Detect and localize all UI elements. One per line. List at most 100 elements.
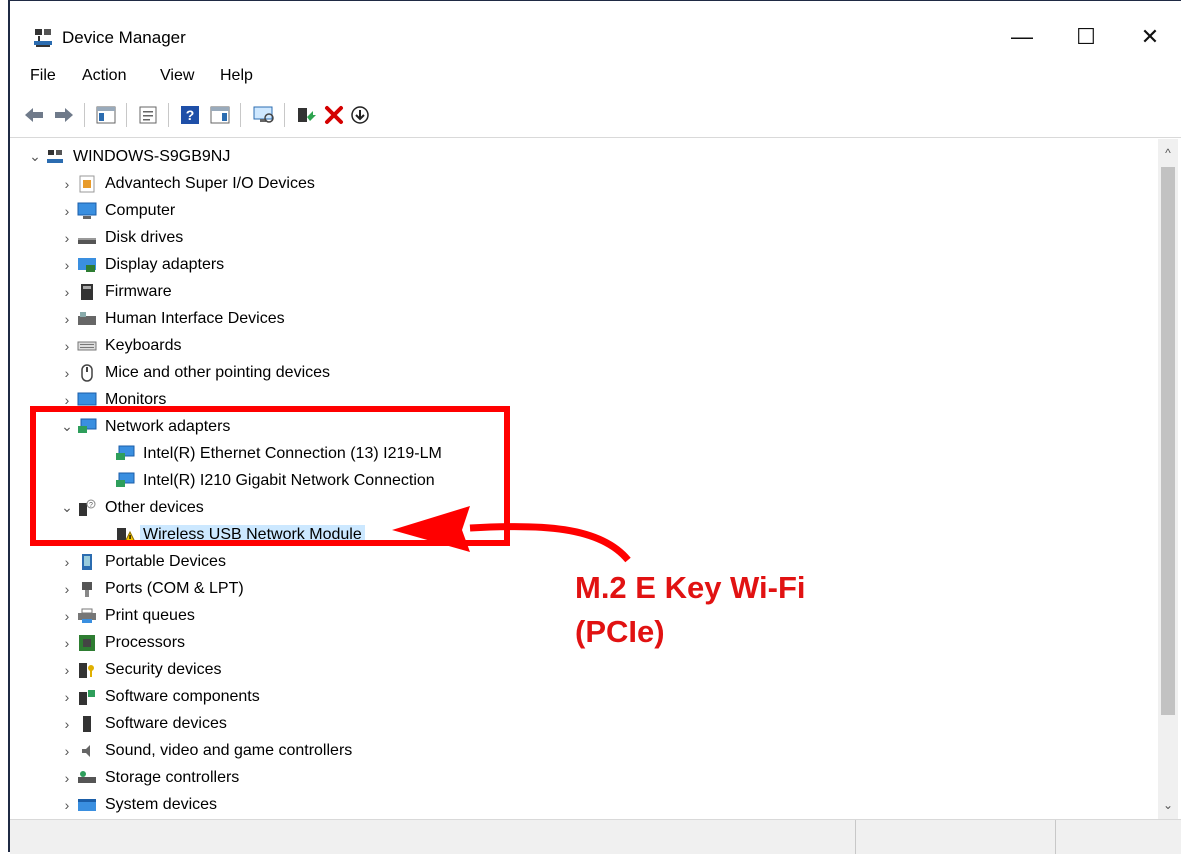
tree-item-ports[interactable]: › Ports (COM & LPT): [58, 575, 247, 602]
tree-item-label: Print queues: [105, 606, 195, 624]
close-icon: ✕: [1140, 24, 1160, 49]
chevron-right-icon[interactable]: ›: [58, 716, 76, 732]
action-pane-icon[interactable]: [208, 103, 232, 127]
tree-item-firmware[interactable]: › Firmware: [58, 278, 175, 305]
properties-icon[interactable]: [136, 103, 160, 127]
chevron-right-icon[interactable]: ›: [58, 311, 76, 327]
title-bar: Device Manager — ☐ ✕: [10, 1, 1181, 63]
tree-item-advantech[interactable]: › Advantech Super I/O Devices: [58, 170, 318, 197]
chevron-down-icon[interactable]: ⌄: [26, 148, 44, 165]
chevron-right-icon[interactable]: ›: [58, 338, 76, 354]
uninstall-device-icon[interactable]: [322, 103, 346, 127]
minimize-button[interactable]: —: [1000, 19, 1044, 55]
scroll-down-icon[interactable]: ⌄: [1158, 795, 1178, 815]
chevron-right-icon[interactable]: ›: [58, 230, 76, 246]
annotation-line-1: M.2 E Key Wi-Fi: [575, 570, 806, 605]
storage-icon: [76, 768, 98, 788]
portable-icon: [76, 552, 98, 572]
tree-item-label: Advantech Super I/O Devices: [105, 174, 315, 192]
update-driver-icon[interactable]: [294, 103, 318, 127]
chevron-right-icon[interactable]: ›: [58, 689, 76, 705]
scan-hardware-icon[interactable]: [252, 103, 276, 127]
mouse-icon: [76, 363, 98, 383]
help-icon[interactable]: ?: [178, 103, 202, 127]
tree-item-label: Software devices: [105, 714, 227, 732]
tree-item-storage[interactable]: › Storage controllers: [58, 764, 242, 791]
printer-icon: [76, 606, 98, 626]
disk-icon: [76, 228, 98, 248]
chevron-right-icon[interactable]: ›: [58, 608, 76, 624]
forward-arrow-icon[interactable]: [52, 103, 76, 127]
tree-item-keyboards[interactable]: › Keyboards: [58, 332, 185, 359]
toolbar-separator: [126, 103, 127, 127]
show-hide-console-tree-icon[interactable]: [94, 103, 118, 127]
menu-help[interactable]: Help: [220, 67, 253, 85]
back-arrow-icon[interactable]: [22, 103, 46, 127]
chevron-right-icon[interactable]: ›: [58, 770, 76, 786]
tree-item-label: Processors: [105, 633, 186, 651]
tree-item-label: Ports (COM & LPT): [105, 579, 244, 597]
chevron-right-icon[interactable]: ›: [58, 662, 76, 678]
toolbar: ?: [10, 93, 1181, 138]
tree-item-hid[interactable]: › Human Interface Devices: [58, 305, 288, 332]
close-button[interactable]: ✕: [1128, 19, 1172, 55]
tree-item-security-devices[interactable]: › Security devices: [58, 656, 225, 683]
toolbar-separator: [84, 103, 85, 127]
chevron-right-icon[interactable]: ›: [58, 554, 76, 570]
toolbar-separator: [240, 103, 241, 127]
software-device-icon: [76, 714, 98, 734]
chevron-right-icon[interactable]: ›: [58, 284, 76, 300]
security-icon: [76, 660, 98, 680]
tree-item-label: Computer: [105, 201, 176, 219]
status-divider: [1055, 820, 1056, 854]
firmware-icon: [76, 282, 98, 302]
display-adapter-icon: [76, 255, 98, 275]
chevron-right-icon[interactable]: ›: [58, 581, 76, 597]
processor-icon: [76, 633, 98, 653]
menu-view[interactable]: View: [160, 67, 194, 85]
tree-item-software-devices[interactable]: › Software devices: [58, 710, 230, 737]
chevron-right-icon[interactable]: ›: [58, 203, 76, 219]
chevron-right-icon[interactable]: ›: [58, 743, 76, 759]
keyboard-icon: [76, 336, 98, 356]
tree-item-print-queues[interactable]: › Print queues: [58, 602, 198, 629]
status-bar: [10, 819, 1181, 854]
tree-item-label: Storage controllers: [105, 768, 240, 786]
scroll-thumb[interactable]: [1161, 167, 1175, 715]
menu-action[interactable]: Action: [82, 67, 126, 85]
scroll-up-icon[interactable]: ^: [1158, 143, 1178, 163]
tree-item-label: Display adapters: [105, 255, 225, 273]
annotation-text: M.2 E Key Wi-Fi (PCIe): [575, 566, 806, 654]
status-divider: [855, 820, 856, 854]
tree-item-sound[interactable]: › Sound, video and game controllers: [58, 737, 355, 764]
tree-item-computer[interactable]: › Computer: [58, 197, 178, 224]
chevron-right-icon[interactable]: ›: [58, 635, 76, 651]
tree-item-system-devices[interactable]: › System devices: [58, 791, 220, 818]
hid-icon: [76, 309, 98, 329]
menu-bar: File Action View Help: [10, 63, 1181, 91]
menu-file[interactable]: File: [30, 67, 56, 85]
software-component-icon: [76, 687, 98, 707]
tree-item-mice[interactable]: › Mice and other pointing devices: [58, 359, 333, 386]
chevron-right-icon[interactable]: ›: [58, 257, 76, 273]
tree-item-display-adapters[interactable]: › Display adapters: [58, 251, 227, 278]
tree-item-label: Portable Devices: [105, 552, 226, 570]
chevron-right-icon[interactable]: ›: [58, 365, 76, 381]
tree-item-label: Disk drives: [105, 228, 184, 246]
vertical-scrollbar[interactable]: ^ ⌄: [1158, 139, 1178, 819]
sound-icon: [76, 741, 98, 761]
system-icon: [76, 795, 98, 815]
chevron-right-icon[interactable]: ›: [58, 797, 76, 813]
tree-item-processors[interactable]: › Processors: [58, 629, 188, 656]
port-icon: [76, 579, 98, 599]
tree-root[interactable]: ⌄ WINDOWS-S9GB9NJ: [26, 143, 233, 170]
tree-item-label: Software components: [105, 687, 260, 705]
computer-network-icon: [44, 147, 66, 167]
toolbar-separator: [284, 103, 285, 127]
tree-item-software-components[interactable]: › Software components: [58, 683, 263, 710]
maximize-button[interactable]: ☐: [1064, 19, 1108, 55]
disable-device-icon[interactable]: [348, 103, 372, 127]
tree-item-disk-drives[interactable]: › Disk drives: [58, 224, 186, 251]
tree-item-portable-devices[interactable]: › Portable Devices: [58, 548, 229, 575]
chevron-right-icon[interactable]: ›: [58, 176, 76, 192]
